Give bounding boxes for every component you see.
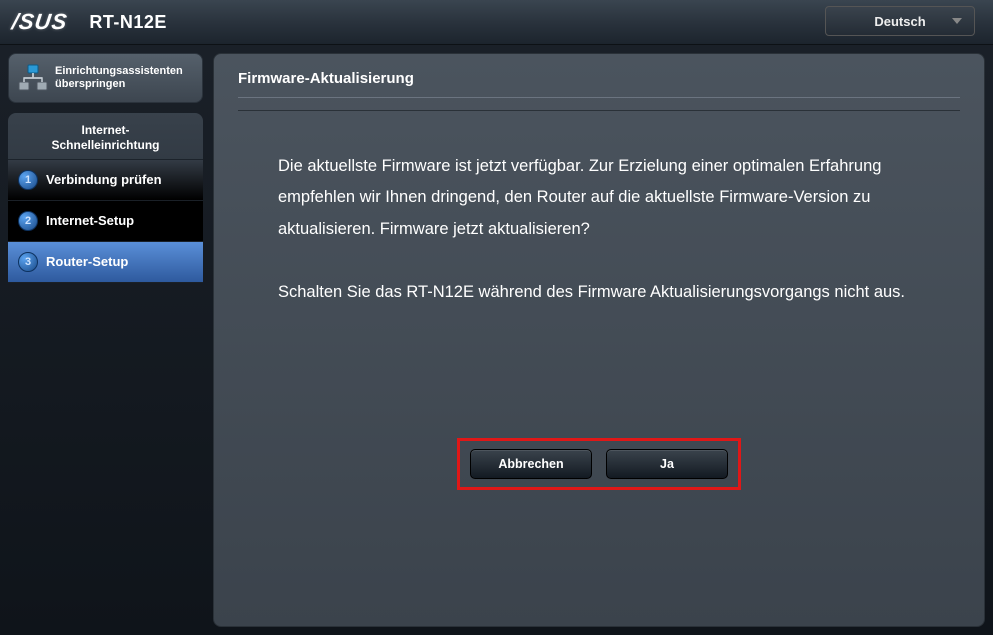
step-label: Verbindung prüfen xyxy=(46,173,162,188)
step-label: Router-Setup xyxy=(46,255,128,270)
model-name: RT-N12E xyxy=(89,12,167,33)
panel-body: Die aktuellste Firmware ist jetzt verfüg… xyxy=(238,151,960,308)
steps-title: Internet- Schnelleinrichtung xyxy=(8,121,203,160)
paragraph-1: Die aktuellste Firmware ist jetzt verfüg… xyxy=(278,151,932,245)
skip-wizard-button[interactable]: Einrichtungsassistenten überspringen xyxy=(8,53,203,103)
step-number-icon: 1 xyxy=(18,170,38,190)
language-label: Deutsch xyxy=(874,14,925,29)
step-verbindung-pruefen[interactable]: 1 Verbindung prüfen xyxy=(8,160,203,201)
highlight-box: Abbrechen Ja xyxy=(457,438,741,490)
sidebar: Einrichtungsassistenten überspringen Int… xyxy=(8,53,203,627)
skip-wizard-label: Einrichtungsassistenten überspringen xyxy=(55,65,194,91)
step-label: Internet-Setup xyxy=(46,214,134,229)
language-selector[interactable]: Deutsch xyxy=(825,6,975,36)
divider xyxy=(238,110,960,111)
paragraph-2: Schalten Sie das RT-N12E während des Fir… xyxy=(278,277,932,308)
brand-logo: /SUS xyxy=(10,9,69,35)
steps-panel: Internet- Schnelleinrichtung 1 Verbindun… xyxy=(8,113,203,283)
panel-title: Firmware-Aktualisierung xyxy=(238,70,960,98)
network-icon xyxy=(17,64,49,92)
yes-button[interactable]: Ja xyxy=(606,449,728,479)
body: Einrichtungsassistenten überspringen Int… xyxy=(0,45,993,635)
step-internet-setup[interactable]: 2 Internet-Setup xyxy=(8,201,203,242)
step-router-setup[interactable]: 3 Router-Setup xyxy=(8,242,203,283)
step-number-icon: 3 xyxy=(18,252,38,272)
main-panel: Firmware-Aktualisierung Die aktuellste F… xyxy=(213,53,985,627)
chevron-down-icon xyxy=(952,18,962,24)
button-row: Abbrechen Ja xyxy=(238,438,960,490)
header: /SUS RT-N12E Deutsch xyxy=(0,0,993,45)
step-number-icon: 2 xyxy=(18,211,38,231)
cancel-button[interactable]: Abbrechen xyxy=(470,449,592,479)
